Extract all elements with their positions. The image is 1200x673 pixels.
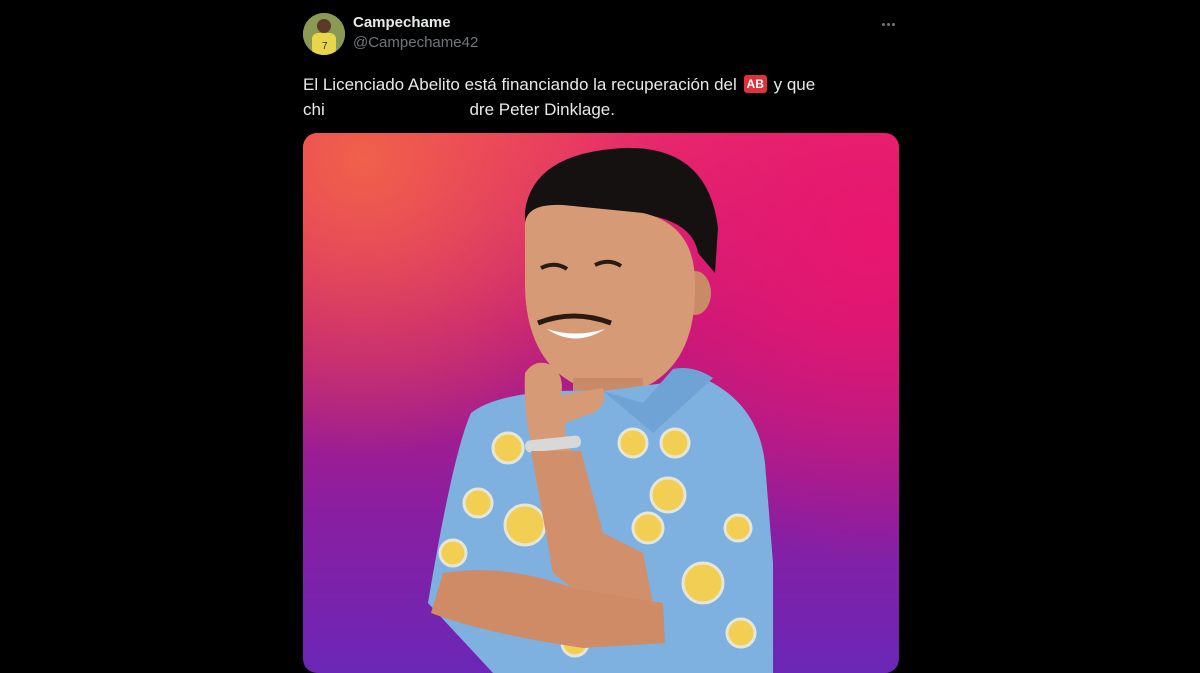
ab-badge-emoji: AB (743, 75, 767, 93)
text-part: El Licenciado Abelito está financiando l… (303, 75, 737, 94)
dot (891, 22, 895, 26)
more-options-icon[interactable] (877, 14, 899, 34)
dot (886, 22, 890, 26)
tweet-text: El Licenciado Abelito está financiando l… (303, 72, 883, 122)
text-part: y que (773, 75, 816, 94)
handle[interactable]: @Campechame42 (353, 32, 478, 54)
avatar[interactable]: 7 (303, 13, 345, 55)
person-illustration (428, 147, 773, 673)
svg-text:7: 7 (322, 41, 328, 52)
author-info: Campechame @Campechame42 (353, 14, 478, 54)
dot (881, 22, 885, 26)
tweet-photo[interactable] (303, 133, 899, 673)
avatar-image: 7 (303, 13, 345, 55)
tweet[interactable]: 7 Campechame @Campechame42 El Licenciado… (303, 10, 899, 673)
redaction-block (329, 99, 470, 119)
display-name[interactable]: Campechame (353, 14, 478, 32)
text-part: dre Peter Dinklage. (469, 100, 615, 119)
text-part: chi (303, 100, 325, 119)
